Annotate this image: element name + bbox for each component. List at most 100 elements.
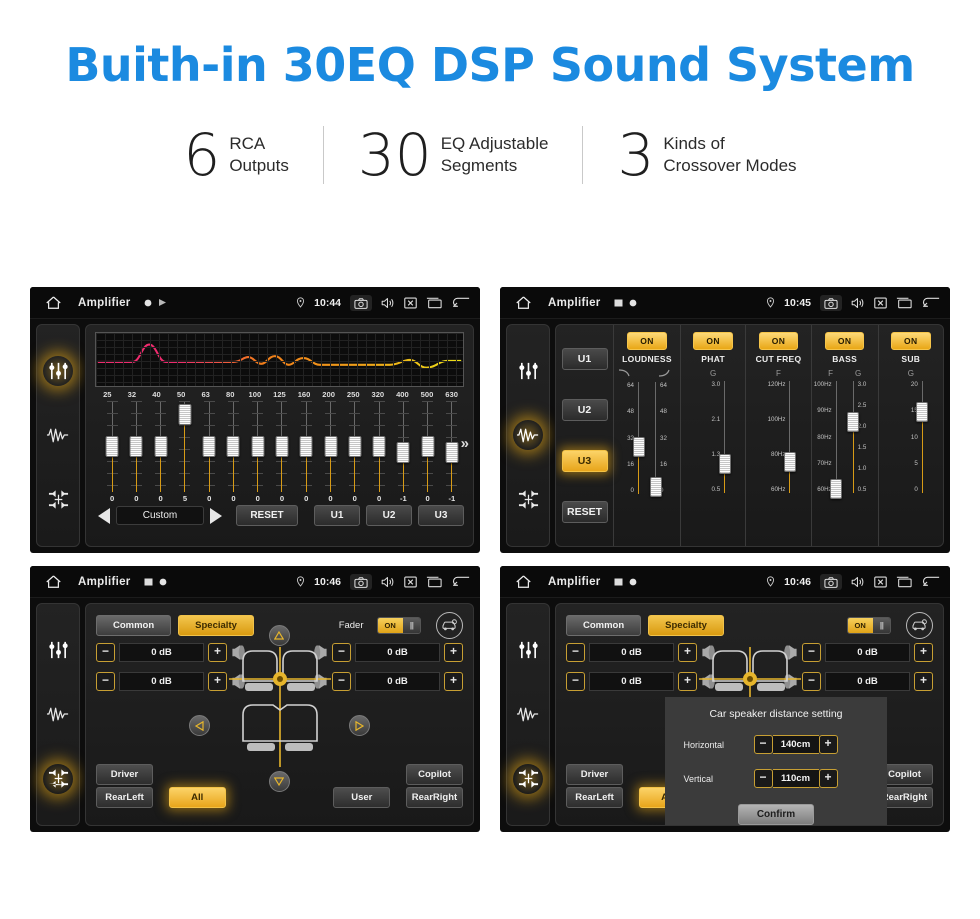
home-icon[interactable] [510,575,536,589]
car-settings-icon[interactable] [436,612,463,639]
slider-knob[interactable] [226,435,240,457]
slider-track[interactable] [226,401,240,497]
preset-name[interactable]: Custom [116,506,204,525]
home-icon[interactable] [40,575,66,589]
left-arrow-button[interactable] [188,715,210,736]
eq-band-slider[interactable]: 0 [270,401,294,503]
fader-toggle[interactable]: ON ||| [376,617,421,634]
eq-band-slider[interactable]: -1 [440,401,464,503]
home-icon[interactable] [40,296,66,310]
volume-icon[interactable] [851,576,865,588]
slider-track[interactable] [421,401,435,497]
slider-knob[interactable] [251,435,265,457]
plus-button[interactable]: + [818,769,838,788]
slider-knob[interactable] [129,435,143,457]
right-arrow-button[interactable] [348,715,370,736]
preset-u3-button[interactable]: U3 [418,505,464,526]
minus-button[interactable]: − [96,643,115,662]
slider-track[interactable] [275,401,289,497]
effect-slider[interactable]: 64 48 32 16 0 [614,382,645,494]
slider-track[interactable] [632,382,645,494]
effect-slider[interactable]: 3.0 2.5 2.0 1.5 1.0 0.5 [847,381,878,493]
slider-track[interactable] [324,401,338,497]
eq-band-slider[interactable]: 0 [415,401,439,503]
seat-button-rearleft[interactable]: RearLeft [566,787,623,808]
slider-track[interactable] [129,401,143,497]
eq-band-slider[interactable]: 0 [100,401,124,503]
recent-apps-icon[interactable] [426,297,442,309]
eq-band-slider[interactable]: 0 [197,401,221,503]
slider-knob[interactable] [275,435,289,457]
preset-u1-button[interactable]: U1 [561,348,608,371]
camera-icon[interactable] [350,294,372,311]
prev-preset-arrow[interactable] [98,507,110,524]
reset-button[interactable]: RESET [561,500,608,523]
effect-toggle-button[interactable]: ON [693,332,733,350]
balance-icon[interactable] [43,485,73,515]
seat-button-rearright[interactable]: RearRight [405,787,463,808]
preset-u2-button[interactable]: U2 [366,505,412,526]
effect-toggle-button[interactable]: ON [824,332,865,350]
tab-common[interactable]: Common [566,615,642,636]
back-icon[interactable] [921,296,940,309]
recent-apps-icon[interactable] [896,297,912,309]
waveform-icon[interactable] [43,699,73,729]
slider-knob[interactable] [421,435,435,457]
home-icon[interactable] [510,296,536,310]
slider-track[interactable] [649,382,662,498]
slider-knob[interactable] [372,435,386,457]
effect-slider[interactable]: 20 15 10 5 0 [898,381,929,493]
slider-knob[interactable] [324,435,338,457]
slider-track[interactable] [445,401,459,497]
balance-icon[interactable] [513,763,543,794]
slider-knob[interactable] [649,477,662,498]
slider-track[interactable] [251,401,265,497]
fader-toggle[interactable]: ON ||| [846,617,891,634]
slider-knob[interactable] [632,436,645,457]
slider-knob[interactable] [847,412,860,433]
slider-knob[interactable] [348,435,362,457]
camera-icon[interactable] [350,573,372,590]
eq-band-slider[interactable]: 0 [221,401,245,503]
recent-apps-icon[interactable] [896,576,912,588]
slider-track[interactable] [105,401,119,497]
minus-button[interactable]: − [566,672,585,691]
camera-icon[interactable] [820,573,842,590]
slider-track[interactable] [396,401,410,497]
slider-knob[interactable] [783,451,796,472]
balance-icon[interactable] [513,485,543,515]
recent-apps-icon[interactable] [426,576,442,588]
preset-u1-button[interactable]: U1 [314,505,360,526]
seat-button-rearleft[interactable]: RearLeft [96,787,153,808]
eq-band-slider[interactable]: 0 [149,401,173,503]
eq-band-slider[interactable]: 0 [246,401,270,503]
volume-icon[interactable] [381,576,395,588]
minus-button[interactable]: − [566,643,585,662]
waveform-icon[interactable] [513,420,543,451]
equalizer-icon[interactable] [43,635,73,665]
plus-button[interactable]: + [444,643,463,662]
slider-knob[interactable] [445,441,459,463]
car-settings-icon[interactable] [906,612,933,639]
more-bands-chevron-icon[interactable]: » [461,435,469,452]
confirm-button[interactable]: Confirm [737,804,815,825]
reset-button[interactable]: RESET [236,505,298,526]
preset-u2-button[interactable]: U2 [561,399,608,422]
back-icon[interactable] [451,575,470,588]
eq-band-slider[interactable]: 0 [343,401,367,503]
next-preset-arrow[interactable] [210,507,222,524]
plus-button[interactable]: + [818,735,838,754]
slider-knob[interactable] [299,435,313,457]
seat-button-driver[interactable]: Driver [96,764,153,785]
effect-toggle-button[interactable]: ON [627,332,667,350]
close-box-icon[interactable] [404,576,417,588]
effect-toggle-button[interactable]: ON [758,332,799,350]
minus-button[interactable]: − [753,769,773,788]
tab-common[interactable]: Common [96,615,172,636]
back-icon[interactable] [921,575,940,588]
equalizer-icon[interactable] [513,635,543,665]
volume-icon[interactable] [851,297,865,309]
slider-knob[interactable] [154,435,168,457]
up-arrow-button[interactable] [268,625,290,646]
slider-knob[interactable] [178,403,192,425]
